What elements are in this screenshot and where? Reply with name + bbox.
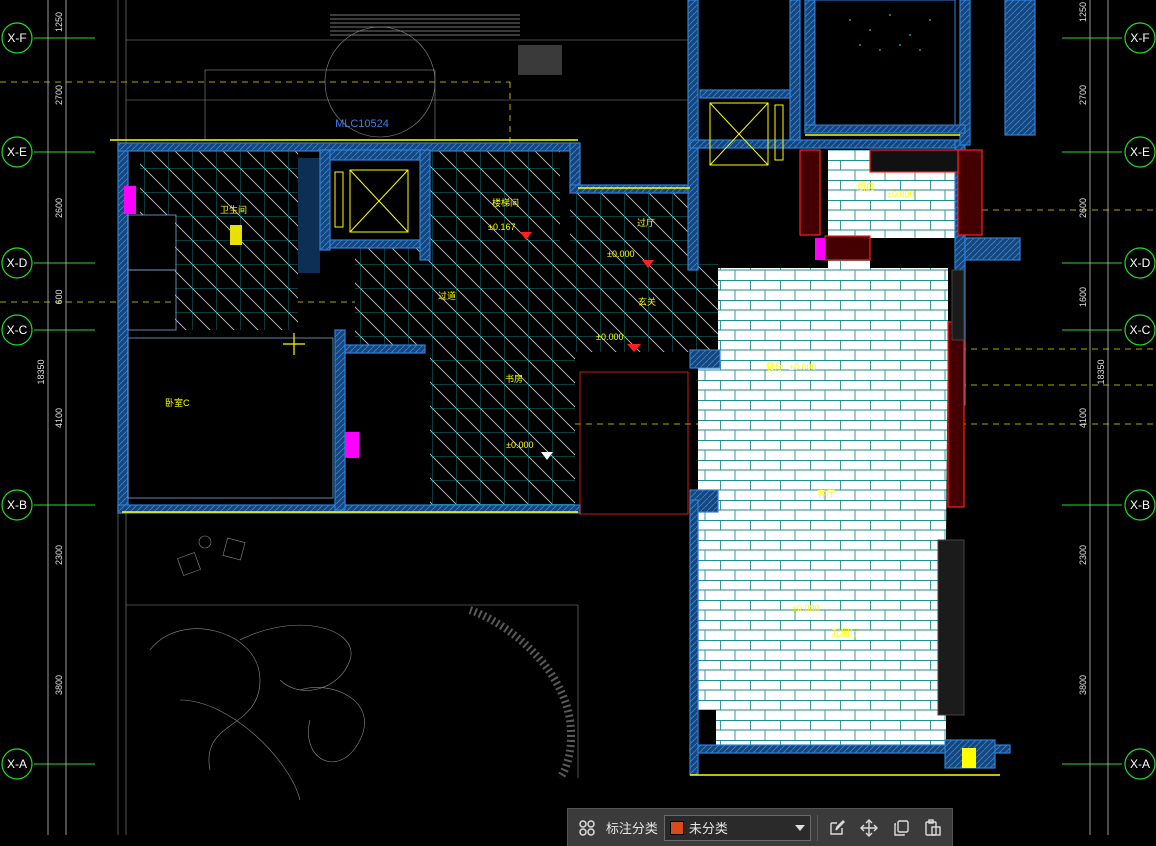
dim-text: 2700 [1078, 85, 1088, 105]
grid-label: X-E [7, 145, 27, 159]
room-label: 书房 [505, 373, 523, 384]
move-icon[interactable] [856, 815, 882, 841]
yellow-fixture [962, 748, 976, 768]
dim-text: 1250 [1078, 2, 1088, 22]
room-label: 过厅 [637, 217, 655, 228]
grid-label: X-C [7, 323, 28, 337]
edit-icon[interactable] [824, 815, 850, 841]
cad-drawing-canvas[interactable]: X-F X-E X-D X-C X-B X-A X-F X-E X-D X-C … [0, 0, 1156, 846]
crosshair-icon [283, 333, 305, 355]
category-selected: 未分类 [688, 821, 728, 836]
elevation-text: ±0.000 [792, 603, 819, 613]
dim-text: 4100 [1078, 408, 1088, 428]
dim-text: 3800 [1078, 675, 1088, 695]
dim-text: 1600 [1078, 287, 1088, 307]
elevation-text: ±0.167 [488, 222, 515, 232]
grid-bubbles-right [1124, 22, 1156, 780]
dim-text: 2600 [1078, 198, 1088, 218]
dim-text: 600 [54, 289, 64, 304]
elevation-text: ±0.000 [506, 440, 533, 450]
dim-text: 1250 [54, 12, 64, 32]
room-label: 卫生间 [220, 204, 247, 215]
category-color-swatch [669, 820, 684, 835]
room-label: 过道 [438, 290, 456, 301]
category-select[interactable]: 未分类 [663, 814, 812, 841]
grid-label: X-A [1130, 757, 1150, 771]
grid-label: X-F [1130, 31, 1149, 45]
window-tag: MLC10524 [335, 118, 389, 130]
dim-text: 3800 [54, 675, 64, 695]
dimension-texts-right: 1250 2700 2600 1600 4100 2300 3800 18350 [1078, 2, 1106, 695]
site-lines [117, 0, 690, 835]
toolbar-divider [817, 814, 819, 841]
copy-icon[interactable] [888, 815, 914, 841]
grid-label: X-F [7, 31, 26, 45]
room-label: 玄关 [638, 296, 656, 307]
dimension-texts-left: 1250 2700 2600 600 4100 2300 3800 18350 [36, 12, 64, 695]
elevation-text: ±0.000 [887, 189, 914, 199]
room-label: 楼梯间 [492, 197, 519, 208]
dim-text: 18350 [1096, 359, 1106, 384]
dim-text: 2600 [54, 198, 64, 218]
stair-lines [330, 14, 520, 36]
grid-icon[interactable] [574, 815, 600, 841]
grid-label: X-B [1130, 498, 1150, 512]
elevation-text: ±0.000 [607, 249, 634, 259]
elevation-text: ±0.000 [789, 362, 816, 372]
elevation-text: ±0.000 [596, 332, 623, 342]
paste-icon[interactable] [920, 815, 946, 841]
grid-label: X-B [7, 498, 27, 512]
room-label: 厨房 [857, 181, 875, 192]
chevron-down-icon [795, 824, 806, 831]
room-label: 起居厅 [832, 628, 859, 638]
dim-text: 4100 [54, 408, 64, 428]
room-label: 卧室C [165, 397, 190, 408]
dim-text: 2300 [54, 545, 64, 565]
toilet-fixture [230, 225, 242, 245]
dim-text: 2700 [54, 85, 64, 105]
annotation-toolbar: 标注分类 未分类 [567, 808, 953, 846]
grid-label: X-C [1130, 323, 1151, 337]
dim-text: 18350 [36, 359, 46, 384]
room-label: 客厅 [817, 488, 835, 499]
grid-bubbles-left [1, 22, 33, 780]
grid-label: X-D [7, 256, 28, 270]
annotation-category-label: 标注分类 [605, 821, 658, 836]
elevator-shaft-wall [298, 158, 320, 273]
grid-label: X-A [7, 757, 27, 771]
grid-label: X-E [1130, 145, 1150, 159]
grid-label: X-D [1130, 256, 1151, 270]
room-label: 餐厅 [766, 361, 784, 372]
dim-text: 2300 [1078, 545, 1088, 565]
